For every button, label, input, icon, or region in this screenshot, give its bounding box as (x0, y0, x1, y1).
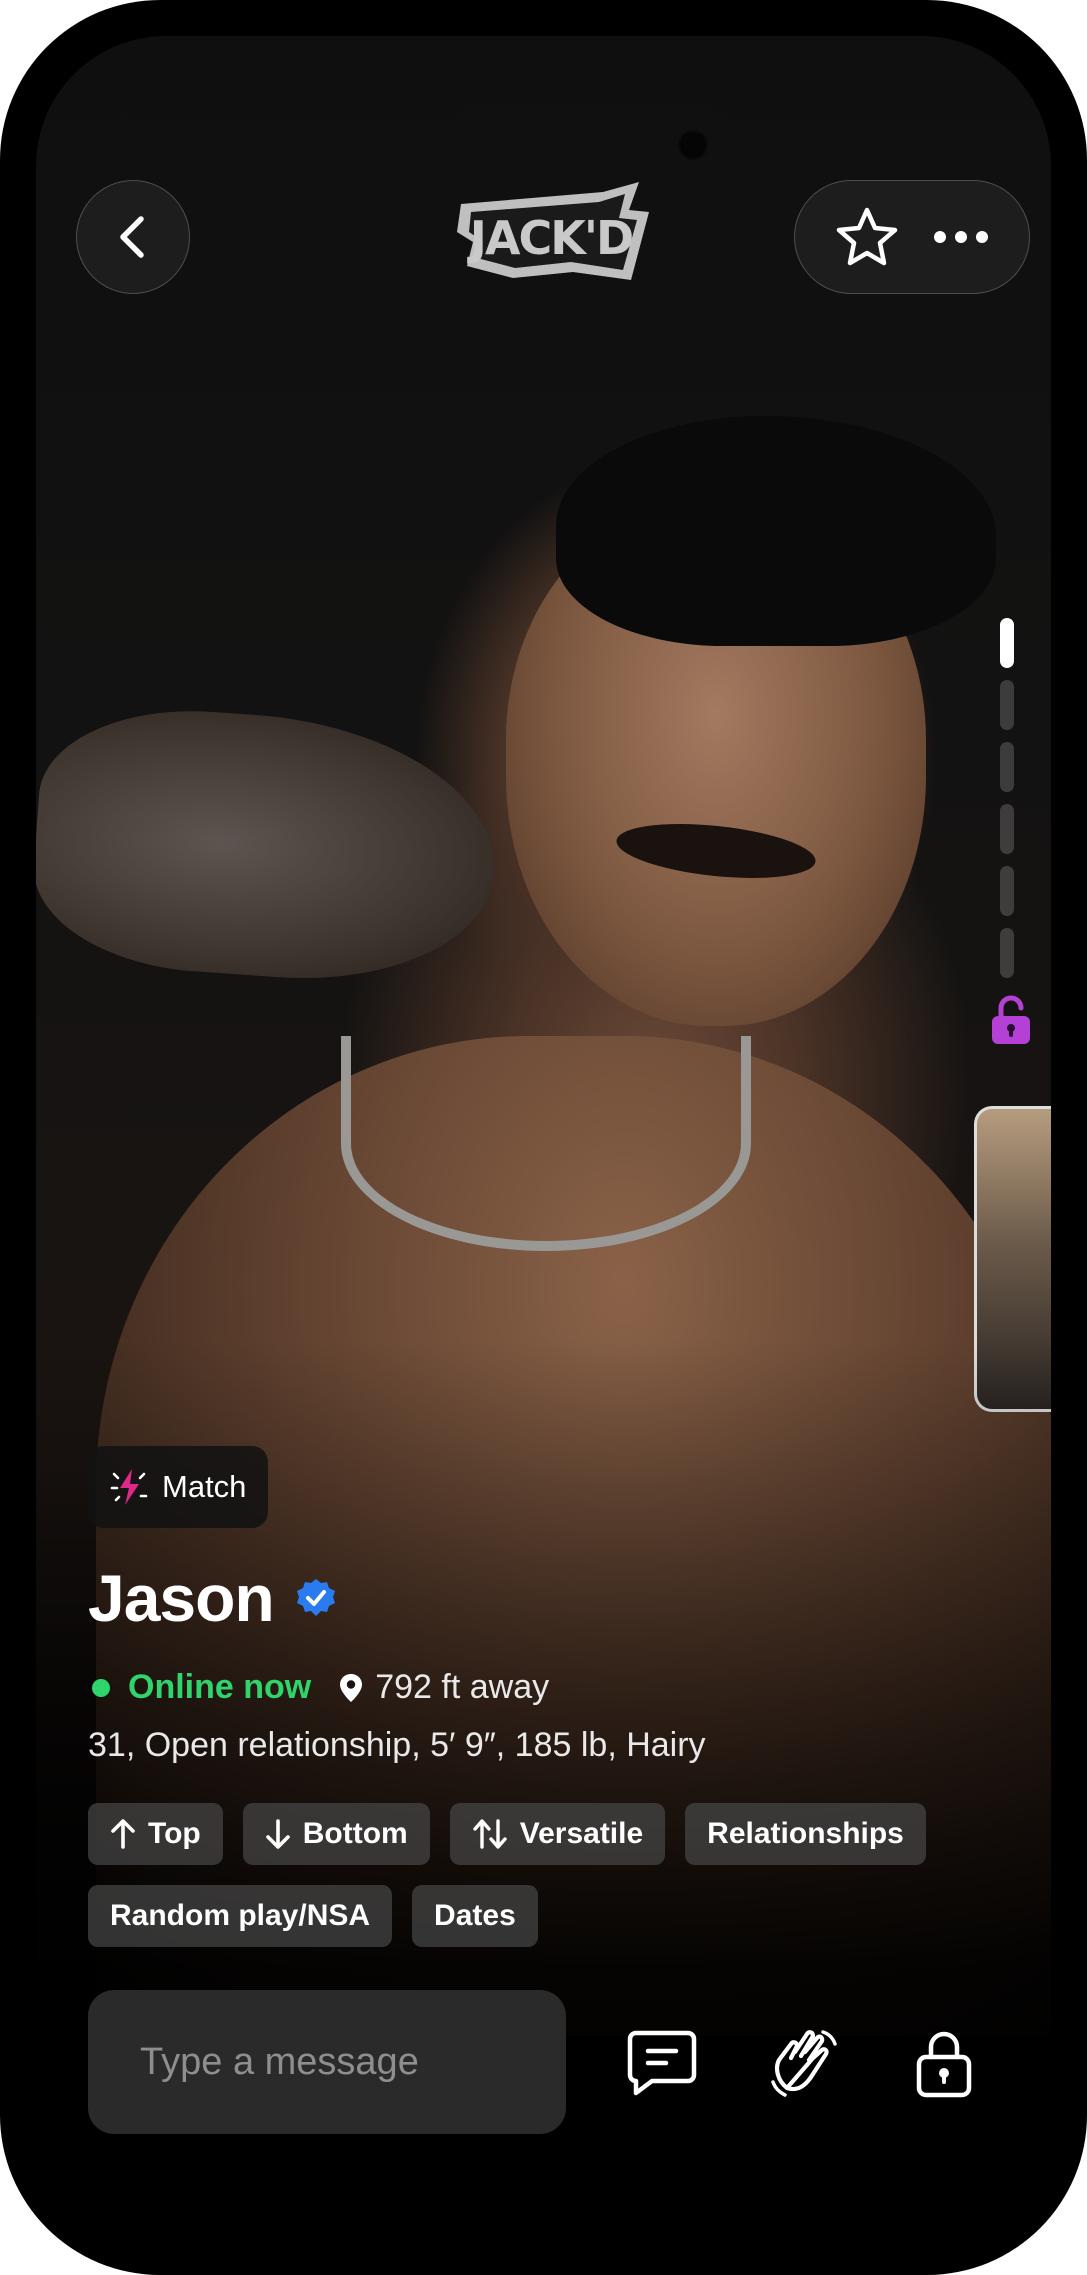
waving-hand-icon (771, 2030, 837, 2097)
profile-screen: JACK'D Match Jason Online now 792 ft awa… (36, 36, 1051, 2239)
message-input[interactable]: Type a message (88, 1990, 566, 2134)
more-options-icon[interactable] (933, 230, 989, 244)
tag-label: Dates (434, 1899, 516, 1932)
photo-indicator-active (1000, 618, 1014, 668)
photo-indicator (1000, 680, 1014, 730)
tag-label: Bottom (302, 1817, 408, 1850)
tag-bottom: Bottom (242, 1803, 430, 1865)
lock-icon (916, 2031, 972, 2098)
profile-name: Jason (88, 1561, 275, 1635)
arrow-up-icon (111, 1819, 135, 1849)
tag-dates: Dates (412, 1885, 538, 1947)
logo-text: JACK'D (467, 211, 632, 265)
profile-stats: 31, Open relationship, 5′ 9″, 185 lb, Ha… (88, 1726, 706, 1764)
star-icon[interactable] (835, 206, 899, 268)
camera-icon (677, 129, 709, 161)
distance-label: 792 ft away (375, 1668, 550, 1706)
verified-badge-icon (296, 1579, 335, 1616)
tag-top: Top (88, 1803, 223, 1865)
match-badge: Match (88, 1446, 269, 1528)
spark-icon (110, 1469, 148, 1505)
name-row: Jason (88, 1560, 336, 1636)
status-row: Online now 792 ft away (92, 1668, 549, 1707)
tag-label: Top (148, 1817, 201, 1850)
tag-relationships: Relationships (685, 1803, 926, 1865)
location-pin-icon (340, 1673, 363, 1702)
phone-frame: JACK'D Match Jason Online now 792 ft awa… (0, 0, 1087, 2275)
photo-indicator (1000, 928, 1014, 978)
top-actions-pill (794, 180, 1030, 294)
chat-bubble-icon (627, 2030, 697, 2096)
photo-arm (36, 700, 505, 992)
match-label: Match (162, 1469, 247, 1504)
chevron-left-icon (120, 216, 144, 258)
back-button[interactable] (76, 180, 190, 294)
tag-label: Random play/NSA (110, 1899, 371, 1932)
photo-chain (341, 1036, 751, 1251)
chat-button[interactable] (622, 2023, 702, 2103)
online-indicator (92, 1678, 110, 1697)
online-status: Online now (128, 1668, 312, 1706)
tag-versatile: Versatile (449, 1803, 666, 1865)
arrow-down-icon (265, 1819, 290, 1849)
tag-label: Relationships (707, 1817, 904, 1850)
photo-hair (556, 416, 996, 646)
dynamic-island (445, 102, 733, 186)
message-placeholder: Type a message (140, 2040, 419, 2083)
tag-random-play: Random play/NSA (88, 1885, 393, 1947)
jackd-logo: JACK'D (457, 182, 649, 280)
tag-label: Versatile (519, 1817, 644, 1850)
photo-indicator (1000, 866, 1014, 916)
photo-indicator (1000, 804, 1014, 854)
wave-button[interactable] (762, 2023, 842, 2103)
private-photos-button[interactable] (904, 2023, 984, 2103)
photo-indicator (1000, 742, 1014, 792)
tag-list: Top Bottom Versatile Relationships Rando… (88, 1803, 1008, 1947)
private-album-lock-icon[interactable] (990, 994, 1032, 1046)
photo-scroll-indicator[interactable] (1000, 618, 1016, 990)
arrows-up-down-icon (473, 1819, 507, 1849)
